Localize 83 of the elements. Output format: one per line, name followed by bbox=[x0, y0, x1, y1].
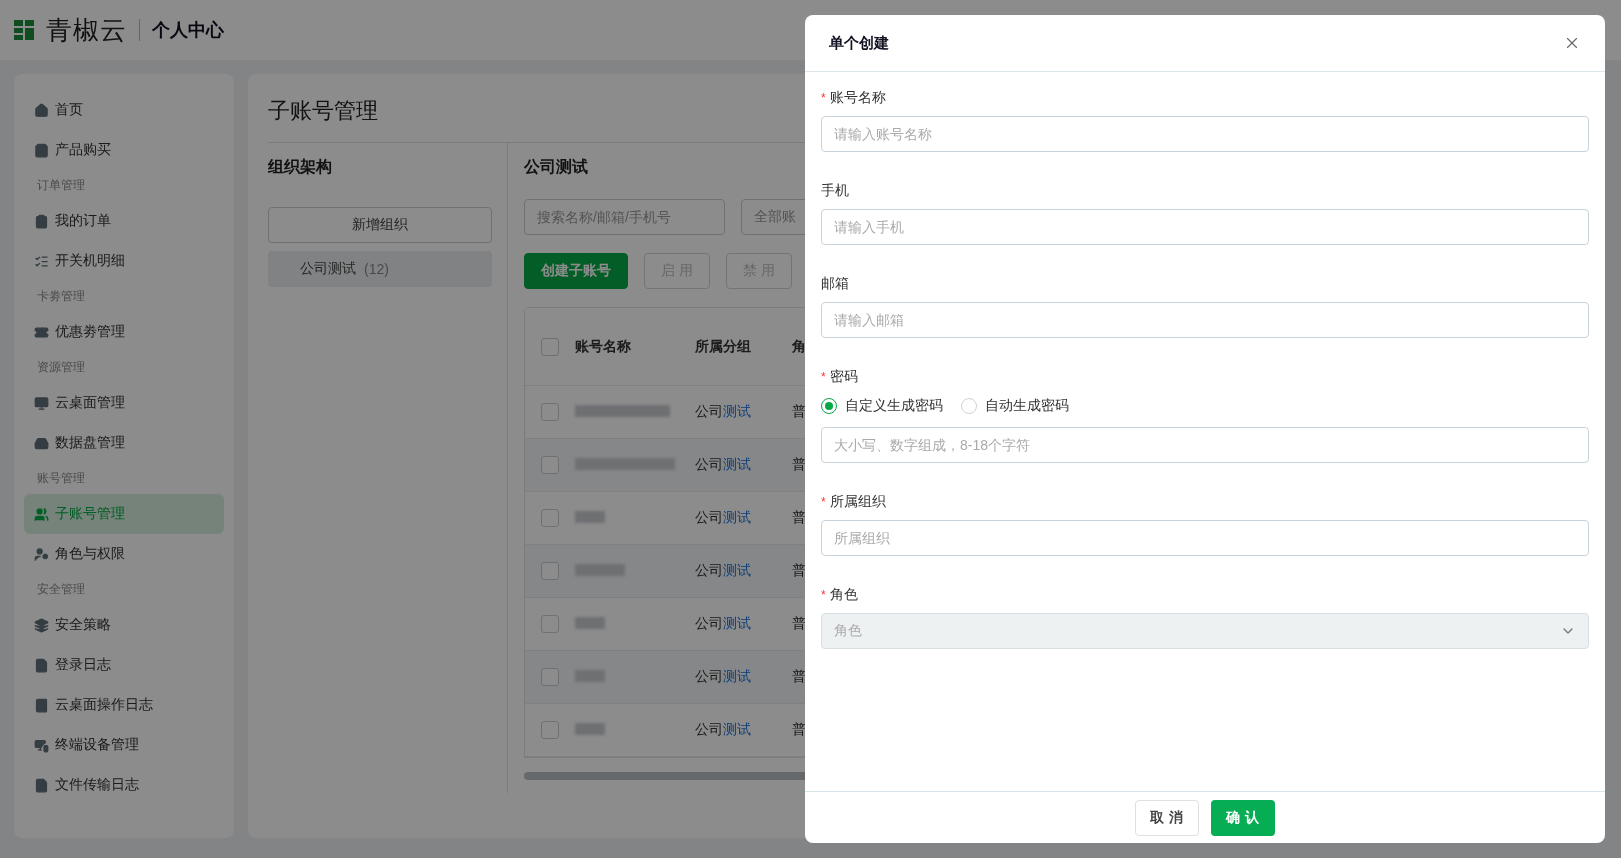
sidebar-item[interactable]: 终端设备管理 bbox=[24, 725, 224, 765]
header-title: 个人中心 bbox=[152, 19, 224, 42]
input-field[interactable]: 请输入账号名称 bbox=[821, 116, 1589, 152]
radio-option[interactable]: 自动生成密码 bbox=[961, 395, 1069, 417]
checkbox[interactable] bbox=[541, 721, 559, 739]
table-cell: 普 bbox=[792, 668, 805, 686]
sidebar-group-label: 订单管理 bbox=[36, 177, 86, 194]
sidebar-item[interactable]: 云桌面操作日志 bbox=[24, 685, 224, 725]
table-cell: 普 bbox=[792, 615, 805, 633]
sidebar-group-label: 卡劵管理 bbox=[36, 288, 86, 305]
checkbox[interactable] bbox=[541, 403, 559, 421]
user-gear-icon bbox=[34, 546, 49, 562]
add-organization-button[interactable]: 新增组织 bbox=[268, 207, 492, 243]
file-icon bbox=[34, 657, 49, 673]
table-cell: 普 bbox=[792, 721, 805, 739]
cancel-button[interactable]: 取 消 bbox=[1135, 799, 1199, 836]
sidebar-item[interactable]: 登录日志 bbox=[24, 645, 224, 685]
required-mark: * bbox=[821, 370, 826, 384]
input-field[interactable]: 大小写、数字组成，8-18个字符 bbox=[821, 427, 1589, 463]
column-header: 所属分组 bbox=[695, 337, 752, 356]
column-header: 账号名称 bbox=[575, 337, 632, 356]
table-cell: 普 bbox=[792, 456, 805, 474]
required-mark: * bbox=[821, 495, 826, 509]
sidebar-item[interactable]: 优惠劵管理 bbox=[24, 312, 224, 352]
input-field[interactable]: 所属组织 bbox=[821, 520, 1589, 556]
table-cell-text: 公司测试 bbox=[695, 668, 752, 686]
checkbox[interactable] bbox=[541, 456, 559, 474]
checkbox[interactable] bbox=[541, 668, 559, 686]
table-cell-text: 公司测试 bbox=[695, 721, 752, 739]
table-cell-text: 公司测试 bbox=[695, 615, 752, 633]
sidebar-item[interactable]: 开关机明细 bbox=[24, 241, 224, 281]
field-label: 账号名称 bbox=[829, 89, 886, 107]
checkbox[interactable] bbox=[541, 562, 559, 580]
field-label: 角色 bbox=[829, 586, 858, 604]
input-field[interactable]: 请输入邮箱 bbox=[821, 302, 1589, 338]
users-icon bbox=[34, 506, 49, 522]
home-icon bbox=[34, 102, 49, 118]
redacted-text bbox=[575, 617, 605, 629]
table-cell: 普 bbox=[792, 509, 805, 527]
ticket-icon bbox=[34, 324, 49, 340]
table-cell-text: 公司测试 bbox=[695, 562, 752, 580]
document-icon bbox=[34, 777, 49, 793]
layers-icon bbox=[34, 617, 49, 633]
field-label: 邮箱 bbox=[821, 275, 849, 293]
table-cell: 普 bbox=[792, 403, 805, 421]
input-field[interactable]: 请输入手机 bbox=[821, 209, 1589, 245]
checklist-icon bbox=[34, 253, 49, 269]
table-cell-text: 公司测试 bbox=[695, 403, 752, 421]
table-cell-text: 公司测试 bbox=[695, 509, 752, 527]
sidebar-item[interactable]: 我的订单 bbox=[24, 201, 224, 241]
sidebar-item[interactable]: 安全策略 bbox=[24, 605, 224, 645]
sidebar-item[interactable]: 云桌面管理 bbox=[24, 383, 224, 423]
logo-text: 青椒云 bbox=[46, 13, 127, 47]
dialog-title: 单个创建 bbox=[829, 33, 889, 53]
confirm-button[interactable]: 确 认 bbox=[1211, 799, 1275, 836]
column-header: 角 bbox=[792, 337, 805, 356]
redacted-text bbox=[575, 511, 605, 523]
field-label: 手机 bbox=[821, 182, 849, 200]
radio-option[interactable]: 自定义生成密码 bbox=[821, 395, 943, 417]
panel-title: 公司测试 bbox=[524, 157, 589, 177]
sidebar-item[interactable]: 首页 bbox=[24, 90, 224, 130]
devices-icon bbox=[34, 737, 49, 753]
required-mark: * bbox=[821, 91, 826, 105]
sidebar-item[interactable]: 产品购买 bbox=[24, 130, 224, 170]
monitor-icon bbox=[34, 395, 49, 411]
required-mark: * bbox=[821, 588, 826, 602]
field-label: 密码 bbox=[829, 368, 858, 386]
logo-icon bbox=[14, 20, 34, 40]
checkbox[interactable] bbox=[541, 615, 559, 633]
sidebar-group-label: 安全管理 bbox=[36, 581, 86, 598]
field-label: 所属组织 bbox=[829, 493, 886, 511]
table-cell-text: 公司测试 bbox=[695, 456, 752, 474]
sidebar-group-label: 资源管理 bbox=[36, 359, 86, 376]
sidebar-item[interactable]: 角色与权限 bbox=[24, 534, 224, 574]
panel-title: 组织架构 bbox=[268, 157, 333, 177]
checkbox[interactable] bbox=[541, 337, 559, 356]
sidebar-item[interactable]: 文件传输日志 bbox=[24, 765, 224, 805]
checkbox[interactable] bbox=[541, 509, 559, 527]
organization-item[interactable]: 公司测试 (12) bbox=[268, 251, 492, 287]
sidebar-item[interactable]: 数据盘管理 bbox=[24, 423, 224, 463]
redacted-text bbox=[575, 723, 605, 735]
sidebar-group-label: 账号管理 bbox=[36, 470, 86, 487]
table-cell: 普 bbox=[792, 562, 805, 580]
